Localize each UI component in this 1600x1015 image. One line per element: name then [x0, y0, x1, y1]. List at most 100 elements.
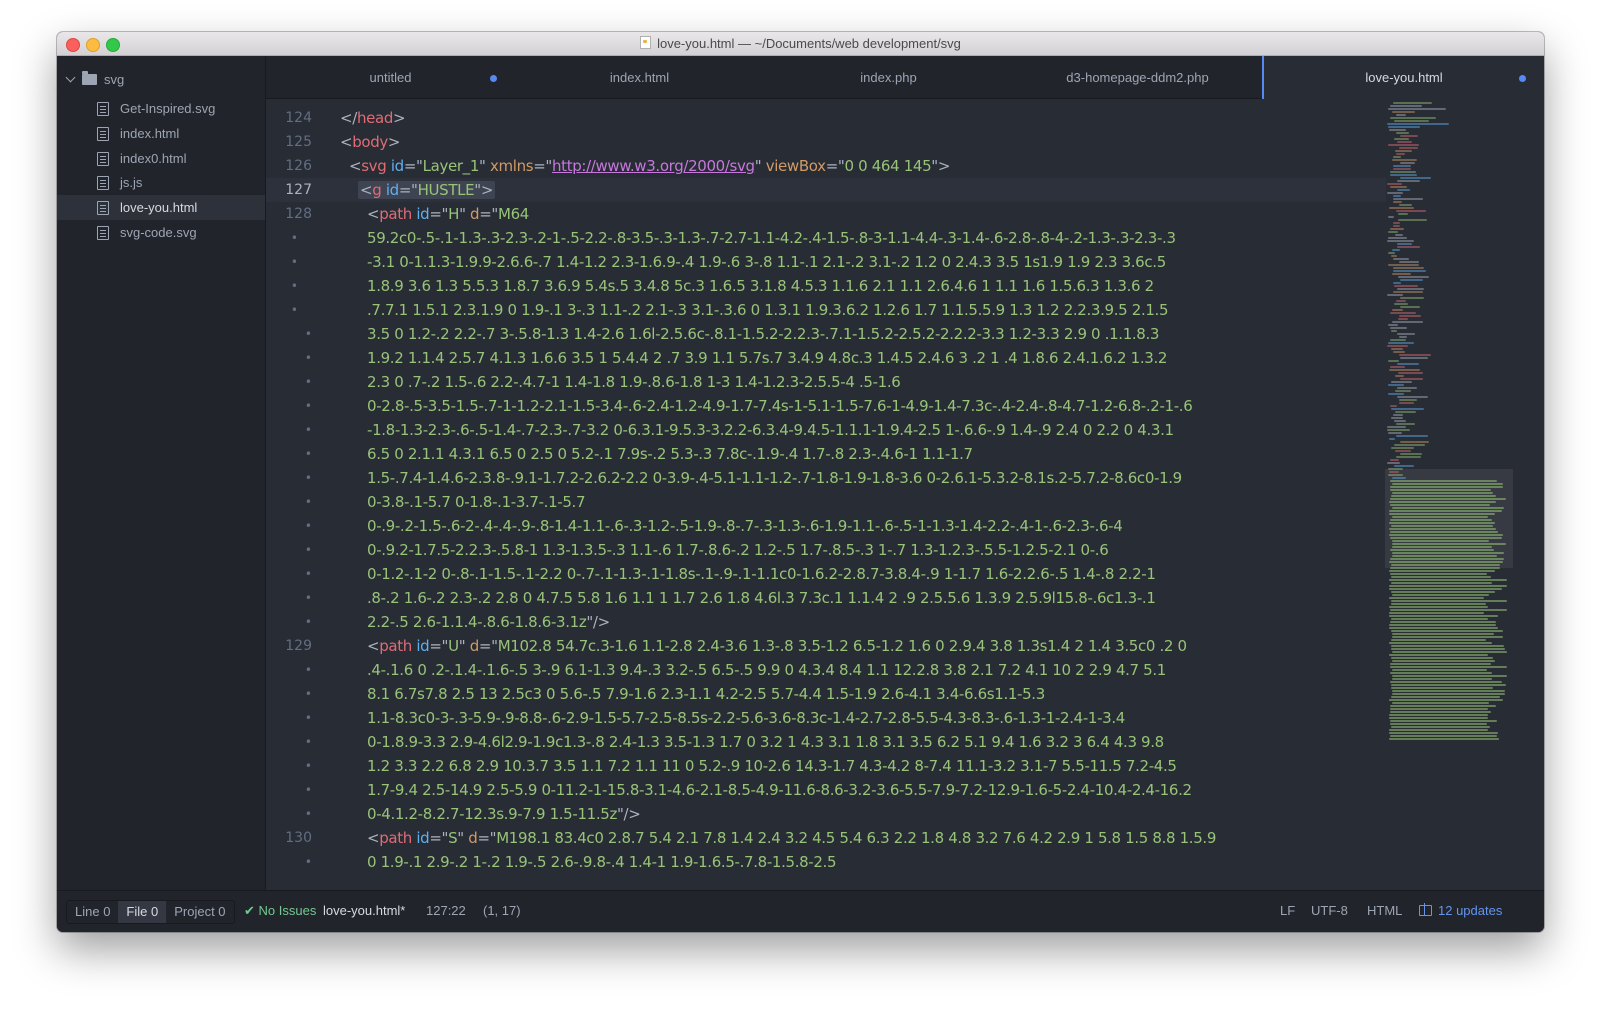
code-token: " [754, 157, 766, 175]
cursor-position[interactable]: 127:22 [426, 900, 466, 922]
code-token: id [390, 157, 404, 175]
package-updates[interactable]: 12 updates [1419, 900, 1502, 922]
code-token: =" [478, 637, 498, 655]
minimap-line [1392, 594, 1489, 596]
selection-count: (1, 17) [483, 903, 521, 918]
minimap-line [1397, 180, 1420, 182]
minimap-line [1397, 189, 1410, 191]
code-token: < [367, 637, 380, 655]
minimap-line [1399, 354, 1431, 356]
code-token: .7.7.1 1.5.1 2.3.1.9 0 1.9-.1 3-.3 1.1-.… [367, 301, 1169, 319]
tab-label: d3-homepage-ddm2.php [1066, 69, 1209, 85]
linter-file-button[interactable]: File 0 [118, 901, 167, 923]
code-token: 1.1-8.3c0-3-.3-5.9-.9-8.8-.6-2.9-1.5-5.7… [367, 709, 1125, 727]
minimap-line [1389, 588, 1502, 590]
minimap-line [1392, 552, 1504, 554]
tree-root-folder[interactable]: svg [65, 69, 124, 89]
folder-icon [82, 70, 97, 85]
minimap-line [1392, 543, 1506, 545]
minimap-line [1389, 528, 1496, 530]
modified-indicator-icon [1519, 75, 1526, 82]
minimap-line [1388, 342, 1414, 344]
line-number: 125 [285, 134, 312, 150]
minimap-line [1396, 153, 1405, 155]
minimap-line [1392, 651, 1507, 653]
tab-love-you-html[interactable]: love-you.html [1262, 56, 1544, 99]
minimap-line [1389, 513, 1495, 515]
document-icon [640, 36, 652, 49]
code-token: < [349, 157, 362, 175]
minimap-line [1394, 303, 1408, 305]
code-wrap-line: 1.8.9 3.6 1.3 5.5.3 1.8.7 3.6.9 5.4s.5 3… [367, 274, 1154, 298]
minimap-line [1388, 216, 1394, 218]
minimap-line [1394, 465, 1414, 467]
code-editor[interactable]: 124 125 126 127 128 • • • • • • • • • • … [266, 99, 1544, 890]
minimap-line [1392, 669, 1487, 671]
code-wrap-line: 3.5 0 1.2-.2 2.2-.7 3-.5.8-1.3 1.4-2.6 1… [367, 322, 1159, 346]
minimap-line [1393, 156, 1401, 158]
tree-item-svg-code-svg[interactable]: svg-code.svg [57, 220, 265, 245]
minimap-line [1398, 318, 1408, 320]
tab-index-php[interactable]: index.php [764, 56, 1013, 98]
tree-item-js-js[interactable]: js.js [57, 170, 265, 195]
minimap-line [1389, 738, 1499, 740]
wrap-marker: • [304, 495, 312, 509]
grammar-selector[interactable]: HTML [1367, 900, 1402, 922]
minimap-line [1391, 603, 1486, 605]
tree-item-love-you-html[interactable]: love-you.html [57, 195, 265, 220]
tree-item-index0-html[interactable]: index0.html [57, 146, 265, 171]
window-title: love-you.html — ~/Documents/web developm… [57, 36, 1544, 51]
code-token: 1.2 3.3 2.2 6.8 2.9 10.3.7 3.5 1.1 7.2 1… [367, 757, 1177, 775]
minimap-line [1392, 309, 1403, 311]
code-wrap-line: 1.1-8.3c0-3-.3-5.9-.9-8.8-.6-2.9-1.5-5.7… [367, 706, 1125, 730]
minimap-line [1399, 402, 1414, 404]
minimap-line [1389, 717, 1488, 719]
code-line-125: <body> [340, 130, 400, 154]
code-token: =" [429, 829, 449, 847]
tab-index-html[interactable]: index.html [515, 56, 764, 98]
minimap[interactable] [1385, 99, 1513, 890]
minimap-line [1388, 108, 1446, 110]
encoding-selector[interactable]: UTF-8 [1311, 900, 1348, 922]
code-wrap-line: 8.1 6.7s7.8 2.5 13 2.5c3 0 5.6-.5 7.9-1.… [367, 682, 1045, 706]
code-token: 1.9.2 1.1.4 2.5.7 4.1.3 1.6.6 3.5 1 5.4.… [367, 349, 1168, 367]
selected-tag: <g id="HUSTLE"> [358, 181, 496, 199]
minimap-line [1391, 726, 1490, 728]
tree-item-get-inspired-svg[interactable]: Get-Inspired.svg [57, 96, 265, 121]
minimap-line [1388, 144, 1419, 146]
minimap-line [1389, 501, 1496, 503]
tab-untitled[interactable]: untitled [266, 56, 515, 98]
tab-d3-homepage-ddm2-php[interactable]: d3-homepage-ddm2.php [1013, 56, 1262, 98]
code-token: 0-3.8-.1-5.7 0-1.8-.1-3.7-.1-5.7 [367, 493, 586, 511]
line-ending-selector[interactable]: LF [1280, 900, 1295, 922]
file-icon [97, 175, 109, 190]
minimap-line [1397, 333, 1415, 335]
line-number: 124 [285, 110, 312, 126]
linter-status[interactable]: ✔ No Issues [244, 900, 316, 922]
minimap-line [1393, 270, 1426, 272]
line-number: 128 [285, 206, 312, 222]
code-token: -1.8-1.3-2.3-.6-.5-1.4-.7-2.3-.7-3.2 0-6… [367, 421, 1174, 439]
linter-line-button[interactable]: Line 0 [67, 901, 118, 923]
minimap-line [1389, 642, 1492, 644]
line-number: 130 [285, 830, 312, 846]
minimap-line [1392, 693, 1505, 695]
code-token: viewBox [765, 157, 826, 175]
minimap-line [1398, 276, 1429, 278]
status-file-name[interactable]: love-you.html* [323, 900, 405, 922]
tree-item-label: Get-Inspired.svg [120, 101, 216, 116]
minimap-line [1392, 690, 1505, 692]
minimap-line [1390, 498, 1506, 500]
code-token: " [458, 637, 470, 655]
linter-project-button[interactable]: Project 0 [166, 901, 233, 923]
minimap-line [1396, 132, 1409, 134]
minimap-line [1390, 105, 1422, 107]
line-number: 126 [285, 158, 312, 174]
minimap-line [1390, 663, 1491, 665]
tree-item-index-html[interactable]: index.html [57, 121, 265, 146]
line-number-current: 127 [285, 182, 312, 198]
code-line-127: <g id="HUSTLE"> [358, 178, 496, 202]
status-bar: Line 0 File 0 Project 0 ✔ No Issues love… [57, 890, 1544, 932]
code-wrap-line: 59.2c0-.5-.1-1.3-.3-2.3-.2-1-.5-2.2-.8-3… [367, 226, 1176, 250]
code-wrap-line: -1.8-1.3-2.3-.6-.5-1.4-.7-2.3-.7-3.2 0-6… [367, 418, 1174, 442]
